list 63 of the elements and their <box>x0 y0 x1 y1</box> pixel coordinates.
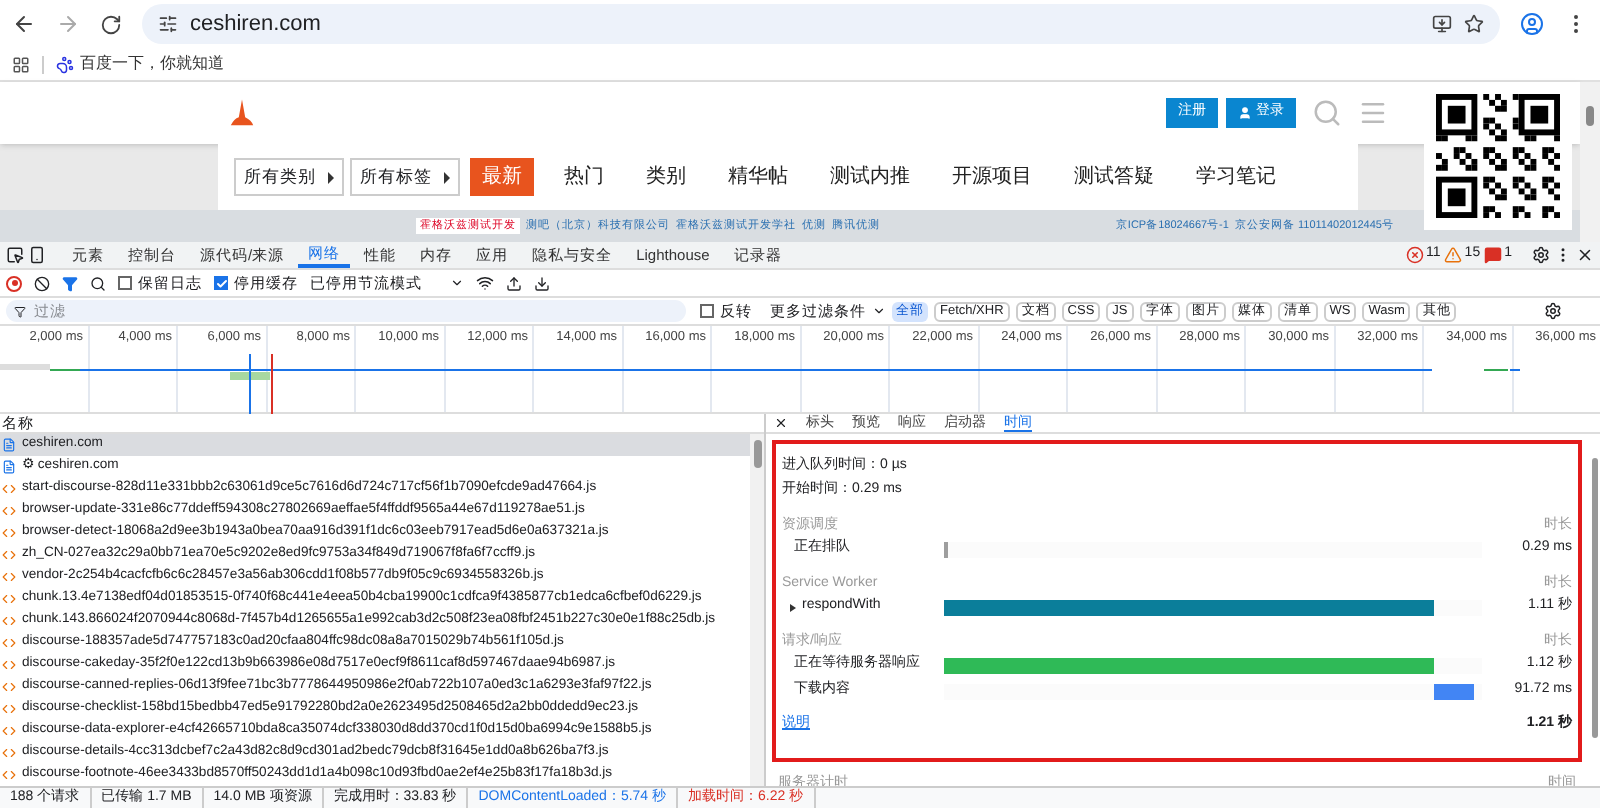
caret-icon <box>444 171 450 183</box>
address-bar[interactable]: ceshiren.com <box>142 4 1500 44</box>
nav-tab[interactable]: 开源项目 <box>940 158 1044 196</box>
warning-icon <box>1444 246 1463 264</box>
close-icon[interactable] <box>774 416 788 430</box>
profile-icon[interactable] <box>1520 12 1544 36</box>
filter-icon <box>14 305 26 317</box>
script-icon <box>2 526 16 540</box>
nav-tab[interactable]: 测试内推 <box>818 158 922 196</box>
expand-icon[interactable] <box>790 603 796 611</box>
device-toolbar-icon[interactable] <box>28 246 46 264</box>
record-button[interactable] <box>6 275 22 291</box>
nav-tab[interactable]: 类别 <box>634 158 698 196</box>
url-text: ceshiren.com <box>190 9 321 40</box>
settings-icon[interactable] <box>1544 302 1562 320</box>
inspect-icon[interactable] <box>6 246 24 264</box>
nav-tab[interactable]: 学习笔记 <box>1184 158 1288 196</box>
settings-icon[interactable] <box>1532 246 1550 264</box>
script-icon <box>2 768 16 782</box>
script-icon <box>2 504 16 518</box>
checkbox[interactable] <box>700 304 714 318</box>
error-icon <box>1406 246 1425 264</box>
script-icon <box>2 636 16 650</box>
paw-icon <box>56 55 74 73</box>
script-icon <box>2 702 16 716</box>
back-button[interactable] <box>12 12 36 36</box>
search-icon[interactable] <box>90 275 106 291</box>
issue-icon <box>1484 246 1503 264</box>
script-icon <box>2 614 16 628</box>
checkbox[interactable] <box>118 276 132 290</box>
filter-icon[interactable] <box>62 275 78 291</box>
document-icon <box>2 460 16 474</box>
script-icon <box>2 724 16 738</box>
nav-tab[interactable]: 测试答疑 <box>1062 158 1166 196</box>
reload-button[interactable] <box>100 13 122 35</box>
category-dropdown[interactable]: 所有标签 <box>350 158 460 196</box>
category-dropdown[interactable]: 所有类别 <box>234 158 344 196</box>
script-icon <box>2 482 16 496</box>
script-icon <box>2 658 16 672</box>
install-icon[interactable] <box>1432 14 1452 34</box>
site-info-icon[interactable] <box>158 14 178 34</box>
clear-icon[interactable] <box>34 275 50 291</box>
document-icon <box>2 438 16 452</box>
bookmark-link[interactable]: 百度一下，你就知道 <box>56 52 224 76</box>
export-icon[interactable] <box>534 275 550 291</box>
script-icon <box>2 548 16 562</box>
script-icon <box>2 680 16 694</box>
user-icon <box>1238 106 1252 120</box>
nav-tab[interactable]: 精华帖 <box>716 158 800 196</box>
import-icon[interactable] <box>506 275 522 291</box>
nav-tab[interactable]: 热门 <box>552 158 616 196</box>
network-conditions-icon[interactable] <box>476 274 494 292</box>
bookmark-star-icon[interactable] <box>1464 14 1484 34</box>
apps-icon[interactable] <box>12 55 30 73</box>
nav-tab[interactable]: 最新 <box>470 158 534 196</box>
script-icon <box>2 570 16 584</box>
close-icon[interactable] <box>1576 246 1594 264</box>
caret-icon <box>328 171 334 183</box>
qr-code-drawing <box>1436 94 1560 218</box>
chevron-down-icon <box>450 276 464 290</box>
chevron-down-icon <box>872 304 886 318</box>
script-icon <box>2 592 16 606</box>
script-icon <box>2 746 16 760</box>
